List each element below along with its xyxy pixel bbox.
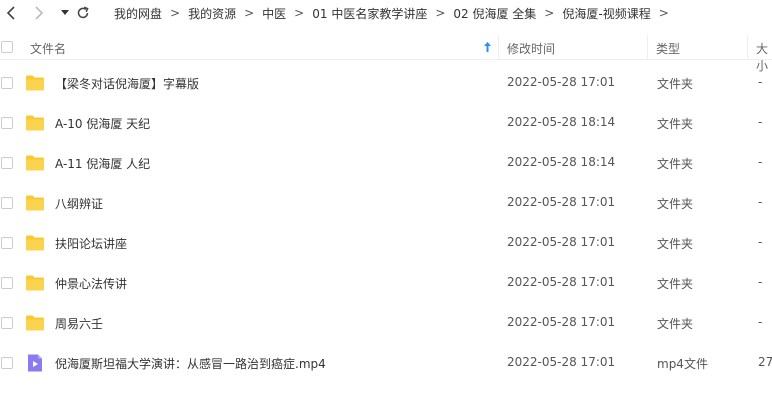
modified-time: 2022-05-28 17:01 (507, 75, 616, 89)
row-checkbox[interactable] (1, 357, 13, 369)
row-checkbox[interactable] (1, 117, 13, 129)
file-type: 文件夹 (657, 277, 694, 291)
column-divider[interactable] (747, 35, 748, 60)
file-type: 文件夹 (657, 117, 694, 131)
file-size: - (758, 235, 763, 249)
file-row[interactable]: A-11 倪海厦 人纪 2022-05-28 18:14 文件夹 - (0, 143, 772, 183)
column-divider[interactable] (498, 35, 499, 60)
file-size: - (758, 195, 763, 209)
row-checkbox[interactable] (1, 197, 13, 209)
back-button[interactable] (2, 4, 20, 22)
history-dropdown-button[interactable] (56, 4, 74, 22)
column-header-modified[interactable]: 修改时间 (507, 40, 555, 57)
breadcrumb-separator: > (294, 6, 305, 20)
breadcrumb-separator: > (658, 6, 669, 20)
folder-icon (26, 75, 44, 91)
folder-icon (26, 275, 44, 291)
file-size: - (758, 115, 763, 129)
chevron-right-icon (35, 6, 44, 20)
column-header-type[interactable]: 类型 (656, 40, 680, 57)
file-name[interactable]: 仲景心法传讲 (55, 275, 127, 292)
modified-time: 2022-05-28 17:01 (507, 275, 616, 289)
file-list-header: 文件名 修改时间 类型 大小 (0, 35, 772, 73)
file-type: 文件夹 (657, 237, 694, 251)
video-file-icon (28, 354, 42, 372)
file-row[interactable]: 八纲辨证 2022-05-28 17:01 文件夹 - (0, 183, 772, 223)
breadcrumb-item[interactable]: 倪海厦-视频课程 (562, 5, 650, 22)
file-row[interactable]: 【梁冬对话倪海厦】字幕版 2022-05-28 17:01 文件夹 - (0, 63, 772, 103)
file-row[interactable]: 周易六壬 2022-05-28 17:01 文件夹 - (0, 303, 772, 343)
file-name[interactable]: 倪海厦斯坦福大学演讲：从感冒一路治到癌症.mp4 (55, 355, 326, 372)
modified-time: 2022-05-28 17:01 (507, 315, 616, 329)
refresh-icon (77, 6, 89, 19)
file-row[interactable]: A-10 倪海厦 天纪 2022-05-28 18:14 文件夹 - (0, 103, 772, 143)
file-name[interactable]: A-10 倪海厦 天纪 (55, 115, 150, 132)
refresh-button[interactable] (74, 4, 92, 22)
file-name[interactable]: 八纲辨证 (55, 195, 103, 212)
file-row[interactable]: 扶阳论坛讲座 2022-05-28 17:01 文件夹 - (0, 223, 772, 263)
file-name[interactable]: 扶阳论坛讲座 (55, 235, 127, 252)
file-size: - (758, 75, 763, 89)
breadcrumb-item[interactable]: 中医 (262, 5, 286, 22)
chevron-left-icon (6, 6, 15, 20)
row-checkbox[interactable] (1, 77, 13, 89)
breadcrumb-separator: > (244, 6, 255, 20)
breadcrumb-separator: > (544, 6, 555, 20)
file-name[interactable]: 【梁冬对话倪海厦】字幕版 (55, 75, 199, 92)
modified-time: 2022-05-28 17:01 (507, 355, 616, 369)
breadcrumb-separator: > (435, 6, 446, 20)
breadcrumb-item[interactable]: 02 倪海厦 全集 (453, 5, 536, 22)
folder-icon (26, 315, 44, 331)
file-type: 文件夹 (657, 157, 694, 171)
breadcrumb-item[interactable]: 01 中医名家教学讲座 (312, 5, 427, 22)
folder-icon (26, 115, 44, 131)
breadcrumb-item[interactable]: 我的网盘 (114, 5, 162, 22)
file-size: - (758, 275, 763, 289)
caret-down-icon (61, 10, 69, 15)
breadcrumb-separator: > (170, 6, 181, 20)
modified-time: 2022-05-28 17:01 (507, 235, 616, 249)
row-checkbox[interactable] (1, 317, 13, 329)
file-name[interactable]: 周易六壬 (55, 315, 103, 332)
modified-time: 2022-05-28 18:14 (507, 115, 616, 129)
column-divider[interactable] (647, 35, 648, 60)
row-checkbox[interactable] (1, 237, 13, 249)
file-size: - (758, 315, 763, 329)
breadcrumb: 我的网盘 > 我的资源 > 中医 > 01 中医名家教学讲座 > 02 倪海厦 … (114, 5, 677, 21)
column-header-name[interactable]: 文件名 (30, 40, 66, 57)
select-all-checkbox[interactable] (1, 41, 13, 53)
modified-time: 2022-05-28 18:14 (507, 155, 616, 169)
breadcrumb-item[interactable]: 我的资源 (188, 5, 236, 22)
sort-up-arrow-icon[interactable] (483, 41, 492, 53)
file-name[interactable]: A-11 倪海厦 人纪 (55, 155, 150, 172)
file-size: 27 (758, 355, 772, 369)
row-checkbox[interactable] (1, 157, 13, 169)
folder-icon (26, 195, 44, 211)
folder-icon (26, 235, 44, 251)
file-type: 文件夹 (657, 317, 694, 331)
forward-button[interactable] (30, 4, 48, 22)
row-checkbox[interactable] (1, 277, 13, 289)
file-type: 文件夹 (657, 197, 694, 211)
file-row[interactable]: 仲景心法传讲 2022-05-28 17:01 文件夹 - (0, 263, 772, 303)
folder-icon (26, 155, 44, 171)
file-type: 文件夹 (657, 77, 694, 91)
navigation-bar: 我的网盘 > 我的资源 > 中医 > 01 中医名家教学讲座 > 02 倪海厦 … (0, 0, 772, 27)
file-size: - (758, 155, 763, 169)
modified-time: 2022-05-28 17:01 (507, 195, 616, 209)
file-type: mp4文件 (657, 357, 708, 371)
file-row[interactable]: 倪海厦斯坦福大学演讲：从感冒一路治到癌症.mp4 2022-05-28 17:0… (0, 343, 772, 383)
